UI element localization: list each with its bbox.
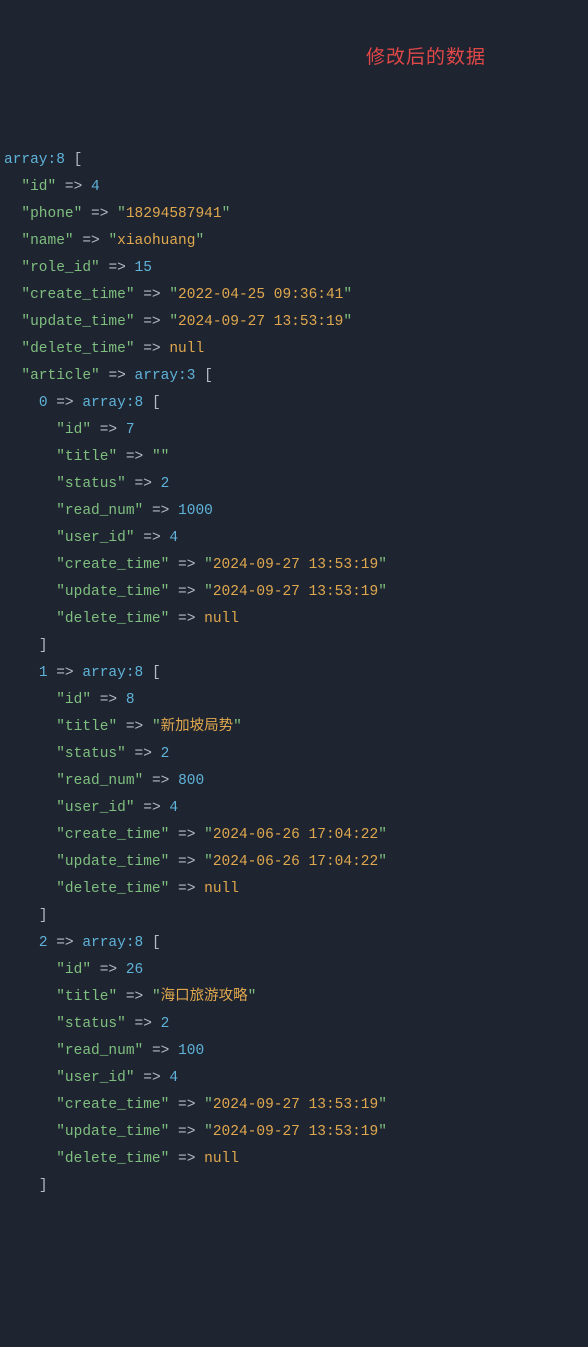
dump-line: 1 => array:8 [ <box>0 660 588 687</box>
dump-line: "status" => 2 <box>0 741 588 768</box>
dump-line: "title" => "海口旅游攻略" <box>0 984 588 1011</box>
dump-line: "create_time" => "2024-06-26 17:04:22" <box>0 822 588 849</box>
dump-line: "name" => "xiaohuang" <box>0 228 588 255</box>
dump-line: "delete_time" => null <box>0 876 588 903</box>
dump-line: "status" => 2 <box>0 1011 588 1038</box>
dump-line: "delete_time" => null <box>0 336 588 363</box>
var-dump-output: array:8 [ "id" => 4 "phone" => "18294587… <box>0 147 588 1200</box>
dump-line: "id" => 8 <box>0 687 588 714</box>
dump-line: "read_num" => 100 <box>0 1038 588 1065</box>
dump-line: "role_id" => 15 <box>0 255 588 282</box>
dump-line: "article" => array:3 [ <box>0 363 588 390</box>
dump-line: 2 => array:8 [ <box>0 930 588 957</box>
dump-line: "read_num" => 800 <box>0 768 588 795</box>
dump-line: "title" => "新加坡局势" <box>0 714 588 741</box>
dump-line: array:8 [ <box>0 147 588 174</box>
dump-line: "user_id" => 4 <box>0 1065 588 1092</box>
dump-line: "read_num" => 1000 <box>0 498 588 525</box>
dump-line: "title" => "" <box>0 444 588 471</box>
dump-line: "update_time" => "2024-06-26 17:04:22" <box>0 849 588 876</box>
dump-line: ] <box>0 1173 588 1200</box>
dump-line: ] <box>0 633 588 660</box>
dump-line: "update_time" => "2024-09-27 13:53:19" <box>0 579 588 606</box>
dump-line: "delete_time" => null <box>0 1146 588 1173</box>
annotation-label: 修改后的数据 <box>366 44 486 71</box>
dump-line: "status" => 2 <box>0 471 588 498</box>
dump-line: 0 => array:8 [ <box>0 390 588 417</box>
dump-line: "create_time" => "2024-09-27 13:53:19" <box>0 1092 588 1119</box>
dump-line: "phone" => "18294587941" <box>0 201 588 228</box>
dump-line: "create_time" => "2022-04-25 09:36:41" <box>0 282 588 309</box>
dump-line: "user_id" => 4 <box>0 525 588 552</box>
dump-line: "id" => 4 <box>0 174 588 201</box>
dump-line: "user_id" => 4 <box>0 795 588 822</box>
dump-line: "id" => 7 <box>0 417 588 444</box>
dump-line: "id" => 26 <box>0 957 588 984</box>
dump-line: "update_time" => "2024-09-27 13:53:19" <box>0 1119 588 1146</box>
dump-line: "create_time" => "2024-09-27 13:53:19" <box>0 552 588 579</box>
dump-line: "update_time" => "2024-09-27 13:53:19" <box>0 309 588 336</box>
dump-line: "delete_time" => null <box>0 606 588 633</box>
dump-line: ] <box>0 903 588 930</box>
